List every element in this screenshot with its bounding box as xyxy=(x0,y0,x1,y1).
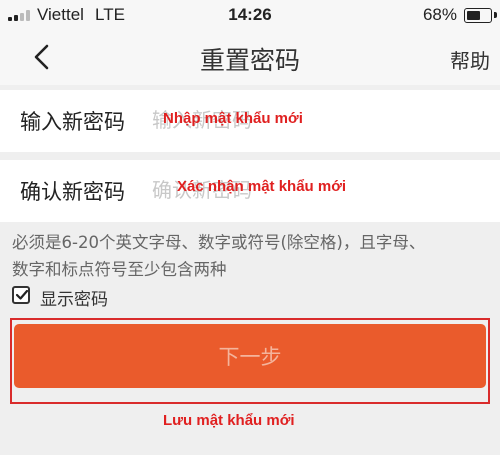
hint-line-2: 数字和标点符号至少包含两种 xyxy=(12,260,227,279)
hint-line-1: 必须是6-20个英文字母、数字或符号(除空格)，且字母、 xyxy=(12,233,426,252)
confirm-password-annotation: Xác nhận mật khẩu mới xyxy=(177,178,347,195)
new-password-annotation: Nhập mật khẩu mới xyxy=(163,110,303,127)
help-link[interactable]: 帮助 xyxy=(450,45,490,74)
password-rule-hint: 必须是6-20个英文字母、数字或符号(除空格)，且字母、 数字和标点符号至少包含… xyxy=(12,229,490,283)
confirm-password-label: 确认新密码 xyxy=(20,180,125,204)
save-password-annotation: Lưu mật khẩu mới xyxy=(163,412,295,429)
battery-level xyxy=(467,11,480,20)
new-password-label: 输入新密码 xyxy=(20,110,125,134)
next-step-button[interactable]: 下一步 xyxy=(14,324,486,388)
page-title: 重置密码 xyxy=(199,46,300,75)
battery-tip xyxy=(494,12,497,18)
show-password-checkbox[interactable] xyxy=(12,286,30,304)
status-bar: Viettel LTE 14:26 68% xyxy=(0,0,500,30)
show-password-label: 显示密码 xyxy=(40,290,108,310)
battery-icon xyxy=(464,8,492,23)
checkmark-icon xyxy=(15,289,29,300)
battery-percent: 68% xyxy=(422,5,457,24)
navigation-bar: 重置密码 帮助 xyxy=(0,30,500,85)
